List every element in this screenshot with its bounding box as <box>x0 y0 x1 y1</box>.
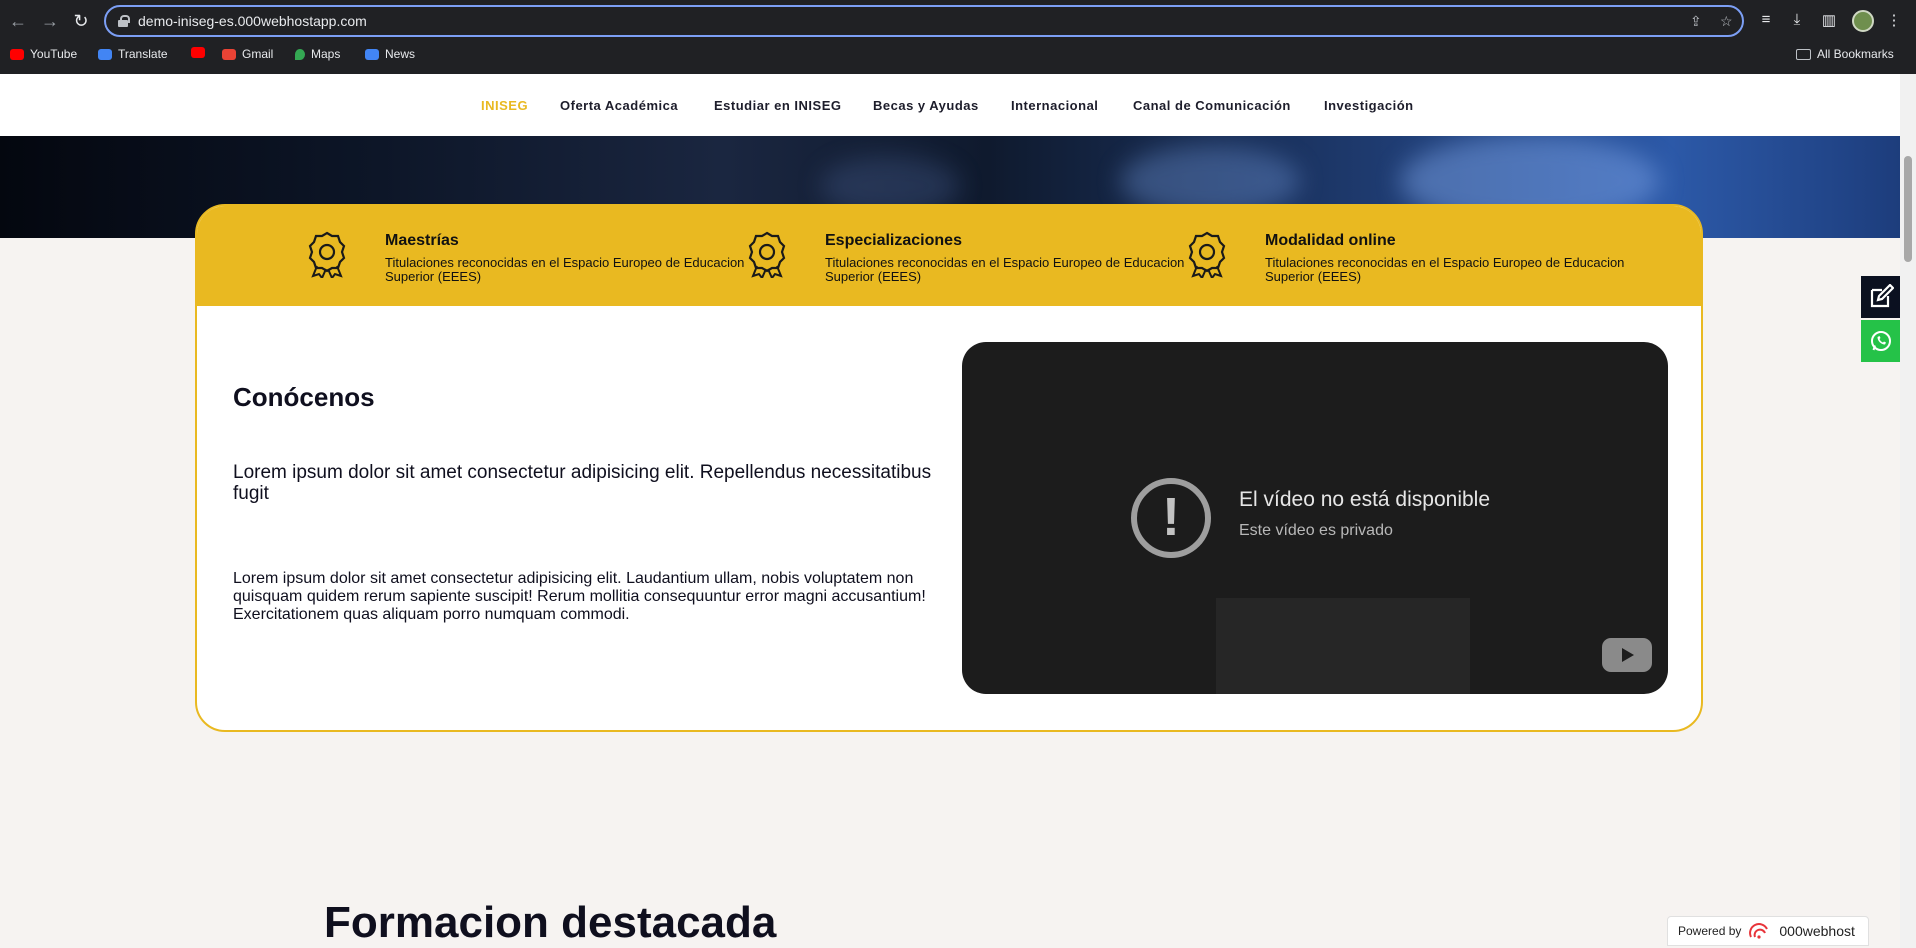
video-unavailable-title: El vídeo no está disponible <box>1239 488 1491 511</box>
url-text[interactable]: demo-iniseg-es.000webhostapp.com <box>138 13 367 29</box>
youtube-icon <box>191 47 205 58</box>
nav-oferta-academica[interactable]: Oferta Académica <box>560 98 678 113</box>
feature-title: Especializaciones <box>825 232 962 249</box>
edit-form-button[interactable] <box>1861 276 1900 318</box>
feature-title: Modalidad online <box>1265 232 1396 249</box>
feature-modalidad-online: Modalidad online Titulaciones reconocida… <box>1187 230 1627 290</box>
maps-icon <box>295 48 305 60</box>
edit-icon <box>1870 284 1894 308</box>
back-icon[interactable]: ← <box>7 10 29 32</box>
feature-especializaciones: Especializaciones Titulaciones reconocid… <box>747 230 1187 290</box>
bookmark-youtube[interactable]: YouTube <box>10 47 77 61</box>
video-player[interactable]: ! El vídeo no está disponible Este vídeo… <box>962 342 1668 694</box>
scrollbar-thumb[interactable] <box>1904 156 1912 262</box>
reload-icon[interactable]: ↻ <box>70 10 92 32</box>
video-placeholder <box>1216 598 1470 694</box>
browser-toolbar: ← → ↻ demo-iniseg-es.000webhostapp.com ⇪… <box>0 0 1916 42</box>
gmail-icon <box>222 48 236 60</box>
lock-icon <box>118 15 130 27</box>
forward-icon[interactable]: → <box>39 10 61 32</box>
powered-by-brand: 000webhost <box>1779 923 1855 939</box>
share-icon[interactable]: ⇪ <box>1690 13 1702 30</box>
news-icon <box>365 48 379 60</box>
site-nav: INISEG Oferta Académica Estudiar en INIS… <box>0 74 1900 136</box>
award-badge-icon <box>1188 231 1226 278</box>
download-icon[interactable]: ⤓ <box>1787 11 1807 28</box>
menu-icon[interactable]: ⋮ <box>1884 11 1904 29</box>
folder-icon <box>1796 48 1811 60</box>
whatsapp-icon <box>1870 331 1891 351</box>
youtube-icon <box>10 48 24 60</box>
feature-description: Titulaciones reconocidas en el Espacio E… <box>1265 255 1625 284</box>
bookmark-maps[interactable]: Maps <box>295 47 340 61</box>
about-body: Lorem ipsum dolor sit amet consectetur a… <box>233 570 926 623</box>
powered-by-label: Powered by <box>1678 924 1742 938</box>
feature-maestrias: Maestrías Titulaciones reconocidas en el… <box>307 230 747 290</box>
feature-title: Maestrías <box>385 232 459 249</box>
bookmarks-bar: YouTube Translate Gmail Maps News All Bo… <box>0 44 1916 68</box>
intro-card: Maestrías Titulaciones reconocidas en el… <box>195 204 1703 732</box>
side-panel-icon[interactable]: ▥ <box>1819 11 1839 29</box>
profile-avatar[interactable] <box>1852 10 1874 32</box>
browser-chrome: ← → ↻ demo-iniseg-es.000webhostapp.com ⇪… <box>0 0 1916 74</box>
feature-description: Titulaciones reconocidas en el Espacio E… <box>825 255 1185 284</box>
features-strip: Maestrías Titulaciones reconocidas en el… <box>197 206 1701 306</box>
address-bar[interactable]: demo-iniseg-es.000webhostapp.com ⇪ ☆ <box>104 5 1744 37</box>
bookmark-gmail[interactable]: Gmail <box>222 47 273 61</box>
bookmark-news[interactable]: News <box>365 47 415 61</box>
nav-becas[interactable]: Becas y Ayudas <box>873 98 979 113</box>
award-badge-icon <box>748 231 786 278</box>
reading-list-icon[interactable]: ≡ <box>1756 11 1776 28</box>
all-bookmarks[interactable]: All Bookmarks <box>1796 47 1894 61</box>
nav-investigacion[interactable]: Investigación <box>1324 98 1414 113</box>
about-heading: Conócenos <box>233 382 375 412</box>
bookmark-translate[interactable]: Translate <box>98 47 168 61</box>
nav-iniseg[interactable]: INISEG <box>481 98 528 113</box>
section-title: Formacion destacada <box>324 898 777 947</box>
about-lead: Lorem ipsum dolor sit amet consectetur a… <box>233 462 932 504</box>
youtube-logo-icon[interactable] <box>1602 638 1652 672</box>
star-icon[interactable]: ☆ <box>1720 13 1733 30</box>
award-badge-icon <box>308 231 346 278</box>
feature-description: Titulaciones reconocidas en el Espacio E… <box>385 255 745 284</box>
nav-estudiar[interactable]: Estudiar en INISEG <box>714 98 841 113</box>
powered-by-badge[interactable]: Powered by 000webhost <box>1667 916 1869 946</box>
whatsapp-button[interactable] <box>1861 320 1900 362</box>
translate-icon <box>98 48 112 60</box>
video-unavailable-subtitle: Este vídeo es privado <box>1239 522 1393 539</box>
warning-icon: ! <box>1131 478 1211 558</box>
nav-internacional[interactable]: Internacional <box>1011 98 1098 113</box>
000webhost-logo-icon <box>1749 923 1769 939</box>
bookmark-youtube-2[interactable] <box>191 47 205 58</box>
nav-canal[interactable]: Canal de Comunicación <box>1133 98 1291 113</box>
